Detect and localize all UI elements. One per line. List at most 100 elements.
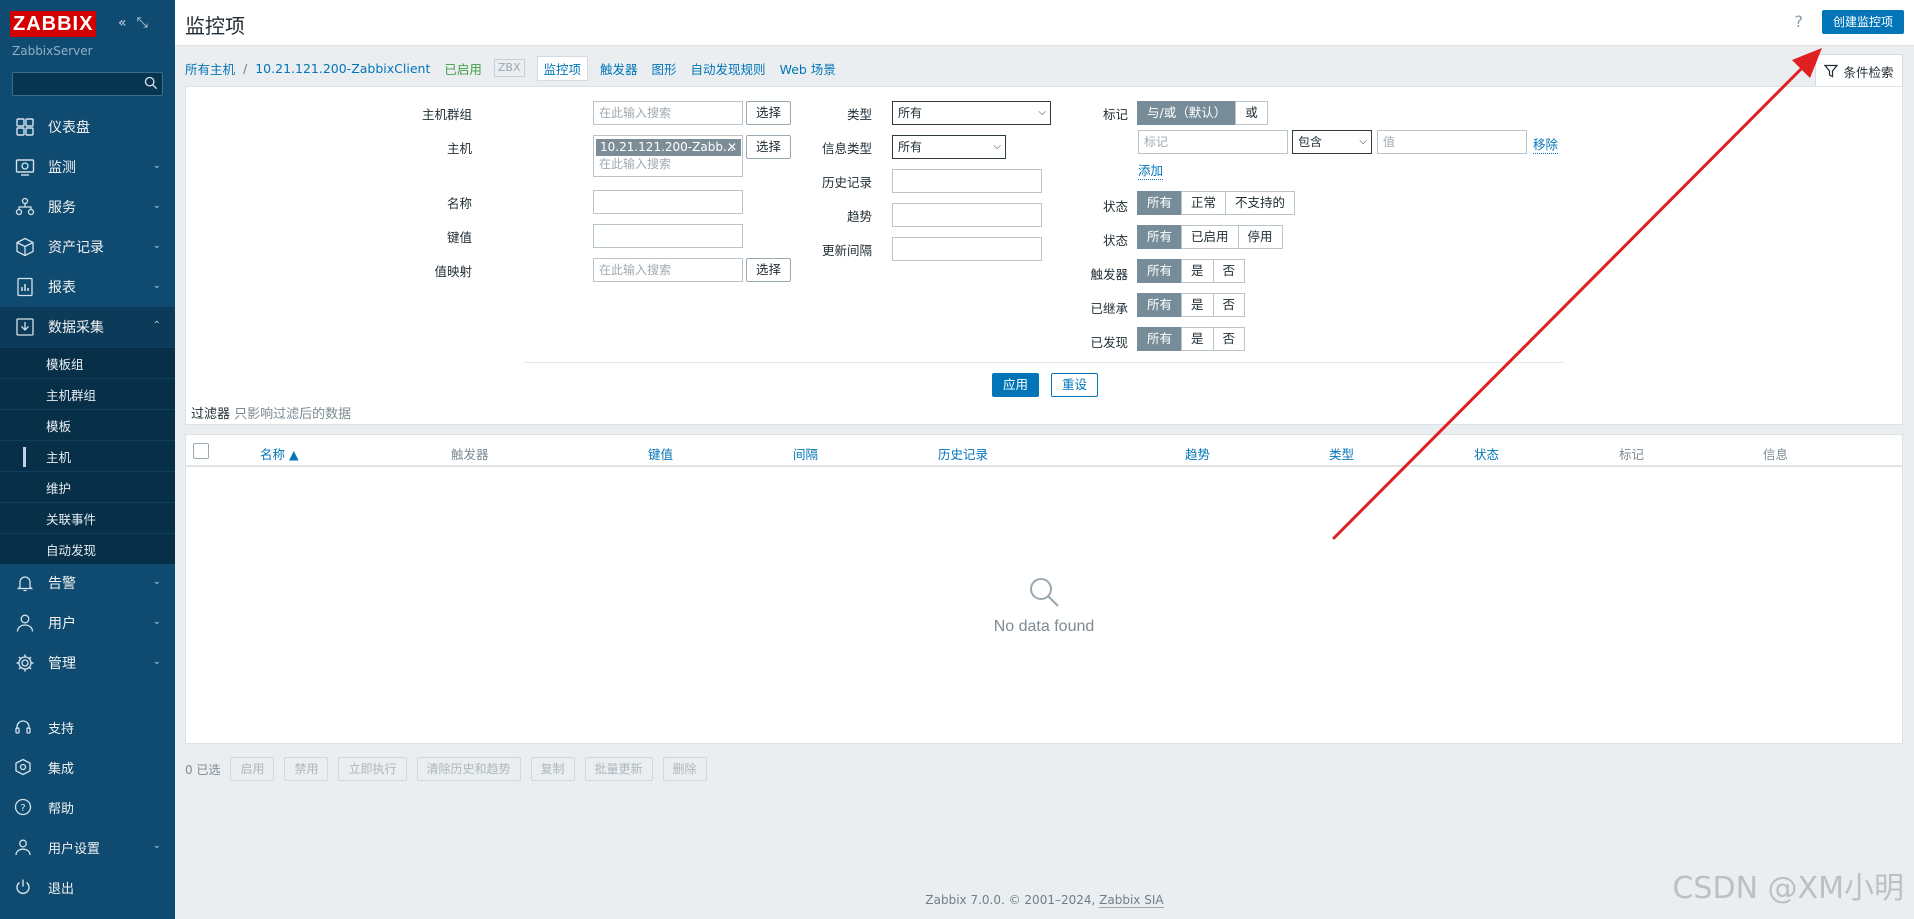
column-trends[interactable]: 趋势 xyxy=(1185,444,1210,463)
execute-now-button[interactable]: 立即执行 xyxy=(338,757,407,781)
sidebar-search-input[interactable] xyxy=(12,72,163,96)
nav-monitoring[interactable]: 监测 ⌄ xyxy=(0,147,175,187)
nav-data-collection[interactable]: 数据采集 ⌃ xyxy=(0,307,175,347)
column-type[interactable]: 类型 xyxy=(1329,444,1354,463)
collapse-sidebar-icon[interactable]: « xyxy=(118,14,127,32)
search-icon[interactable] xyxy=(144,76,158,90)
breadcrumb-separator: / xyxy=(243,60,248,76)
host-status-enabled[interactable]: 已启用 xyxy=(444,59,482,78)
nav-integrations[interactable]: 集成 xyxy=(0,747,175,787)
disable-button[interactable]: 禁用 xyxy=(284,757,329,781)
column-history[interactable]: 历史记录 xyxy=(938,444,988,463)
discovered-option-yes[interactable]: 是 xyxy=(1181,327,1214,351)
close-icon[interactable]: ✕ xyxy=(727,139,737,156)
filter-tab[interactable]: 条件检索 xyxy=(1815,54,1903,87)
nav-inventory[interactable]: 资产记录 ⌄ xyxy=(0,227,175,267)
zabbix-logo[interactable]: ZABBIX xyxy=(10,11,97,37)
create-item-button[interactable]: 创建监控项 xyxy=(1821,10,1904,34)
sub-item-templates[interactable]: 模板 xyxy=(0,409,175,440)
tab-discovery-rules[interactable]: 自动发现规则 xyxy=(691,59,766,78)
valuemap-select-button[interactable]: 选择 xyxy=(746,258,792,282)
key-input[interactable] xyxy=(593,224,743,248)
nav-sign-out[interactable]: 退出 xyxy=(0,867,175,907)
tag-value-input[interactable]: 值 xyxy=(1377,130,1527,154)
tab-graphs[interactable]: 图形 xyxy=(652,59,677,78)
copy-button[interactable]: 复制 xyxy=(530,757,575,781)
watermark: CSDN @XM小明 xyxy=(1672,871,1904,906)
reset-button[interactable]: 重设 xyxy=(1051,373,1099,397)
tab-items[interactable]: 监控项 xyxy=(536,55,589,81)
tag-add-link[interactable]: 添加 xyxy=(1138,160,1164,180)
host-group-input[interactable]: 在此输入搜索 xyxy=(593,101,743,125)
nav-help[interactable]: ? 帮助 xyxy=(0,787,175,827)
kiosk-mode-icon[interactable]: ⤡ xyxy=(137,14,148,32)
state-option-unsupported[interactable]: 不支持的 xyxy=(1225,191,1296,215)
column-key[interactable]: 键值 xyxy=(648,444,673,463)
host-multiselect[interactable]: 10.21.121.200-Zabb... ✕ 在此输入搜索 xyxy=(593,135,743,177)
apply-button[interactable]: 应用 xyxy=(992,373,1040,397)
inherited-option-yes[interactable]: 是 xyxy=(1181,293,1214,317)
status-option-all[interactable]: 所有 xyxy=(1137,225,1183,249)
sub-item-maintenance[interactable]: 维护 xyxy=(0,471,175,502)
valuemap-input[interactable]: 在此输入搜索 xyxy=(593,258,743,282)
status-option-enabled[interactable]: 已启用 xyxy=(1181,225,1239,249)
users-icon xyxy=(14,612,36,634)
type-select[interactable]: 所有 ⌵ xyxy=(892,101,1051,125)
mass-update-button[interactable]: 批量更新 xyxy=(584,757,653,781)
breadcrumb-host[interactable]: 10.21.121.200-ZabbixClient xyxy=(255,61,430,76)
tags-and-or-option[interactable]: 与/或（默认） xyxy=(1137,101,1237,125)
triggers-option-no[interactable]: 否 xyxy=(1212,259,1246,283)
nav-label: 用户设置 xyxy=(48,841,101,857)
nav-administration[interactable]: 管理 ⌄ xyxy=(0,643,175,683)
info-type-select-value: 所有 xyxy=(898,140,923,154)
tag-operator-select[interactable]: 包含 ⌵ xyxy=(1292,130,1372,154)
nav-support[interactable]: 支持 xyxy=(0,707,175,747)
nav-label: 支持 xyxy=(48,721,75,737)
inherited-option-all[interactable]: 所有 xyxy=(1137,293,1183,317)
host-chip-label: 10.21.121.200-Zabb... xyxy=(600,140,735,154)
name-label: 名称 xyxy=(446,196,472,211)
inherited-option-no[interactable]: 否 xyxy=(1212,293,1246,317)
nav-user-settings[interactable]: 用户设置 ⌄ xyxy=(0,827,175,867)
inventory-icon xyxy=(14,236,36,258)
gear-icon xyxy=(14,652,36,674)
host-chip[interactable]: 10.21.121.200-Zabb... ✕ xyxy=(596,139,741,156)
column-interval[interactable]: 间隔 xyxy=(793,444,818,463)
history-input[interactable] xyxy=(892,169,1042,193)
state-option-all[interactable]: 所有 xyxy=(1137,191,1183,215)
nav-dashboard[interactable]: 仪表盘 xyxy=(0,107,175,147)
discovered-option-all[interactable]: 所有 xyxy=(1137,327,1183,351)
discovered-option-no[interactable]: 否 xyxy=(1212,327,1246,351)
sub-item-event-correlation[interactable]: 关联事件 xyxy=(0,502,175,533)
clear-history-button[interactable]: 清除历史和趋势 xyxy=(416,757,521,781)
update-interval-input[interactable] xyxy=(892,237,1042,261)
question-icon[interactable]: ? xyxy=(1795,12,1804,31)
breadcrumb-all-hosts[interactable]: 所有主机 xyxy=(185,59,235,78)
tab-web-scenarios[interactable]: Web 场景 xyxy=(780,59,836,78)
company-link[interactable]: Zabbix SIA xyxy=(1099,893,1164,908)
info-type-select[interactable]: 所有 ⌵ xyxy=(892,135,1006,159)
sub-item-hosts[interactable]: 主机 xyxy=(0,440,175,471)
tab-triggers[interactable]: 触发器 xyxy=(600,59,638,78)
nav-users[interactable]: 用户 ⌄ xyxy=(0,603,175,643)
column-name[interactable]: 名称 ▲ xyxy=(260,444,299,463)
tags-or-option[interactable]: 或 xyxy=(1235,101,1268,125)
delete-button[interactable]: 删除 xyxy=(662,757,707,781)
select-all-checkbox[interactable] xyxy=(193,443,209,459)
tag-name-input[interactable]: 标记 xyxy=(1138,130,1288,154)
nav-services[interactable]: 服务 ⌄ xyxy=(0,187,175,227)
sub-item-host-groups[interactable]: 主机群组 xyxy=(0,378,175,409)
nav-reports[interactable]: 报表 ⌄ xyxy=(0,267,175,307)
nav-alerts[interactable]: 告警 ⌄ xyxy=(0,563,175,603)
status-option-disabled[interactable]: 停用 xyxy=(1237,225,1283,249)
column-status[interactable]: 状态 xyxy=(1474,444,1499,463)
trends-input[interactable] xyxy=(892,203,1042,227)
triggers-option-yes[interactable]: 是 xyxy=(1181,259,1214,283)
enable-button[interactable]: 启用 xyxy=(230,757,275,781)
tag-remove-link[interactable]: 移除 xyxy=(1533,134,1559,154)
sub-item-template-groups[interactable]: 模板组 xyxy=(0,347,175,378)
sub-item-discovery[interactable]: 自动发现 xyxy=(0,533,175,564)
triggers-option-all[interactable]: 所有 xyxy=(1137,259,1183,283)
name-input[interactable] xyxy=(593,190,743,214)
state-option-normal[interactable]: 正常 xyxy=(1181,191,1227,215)
